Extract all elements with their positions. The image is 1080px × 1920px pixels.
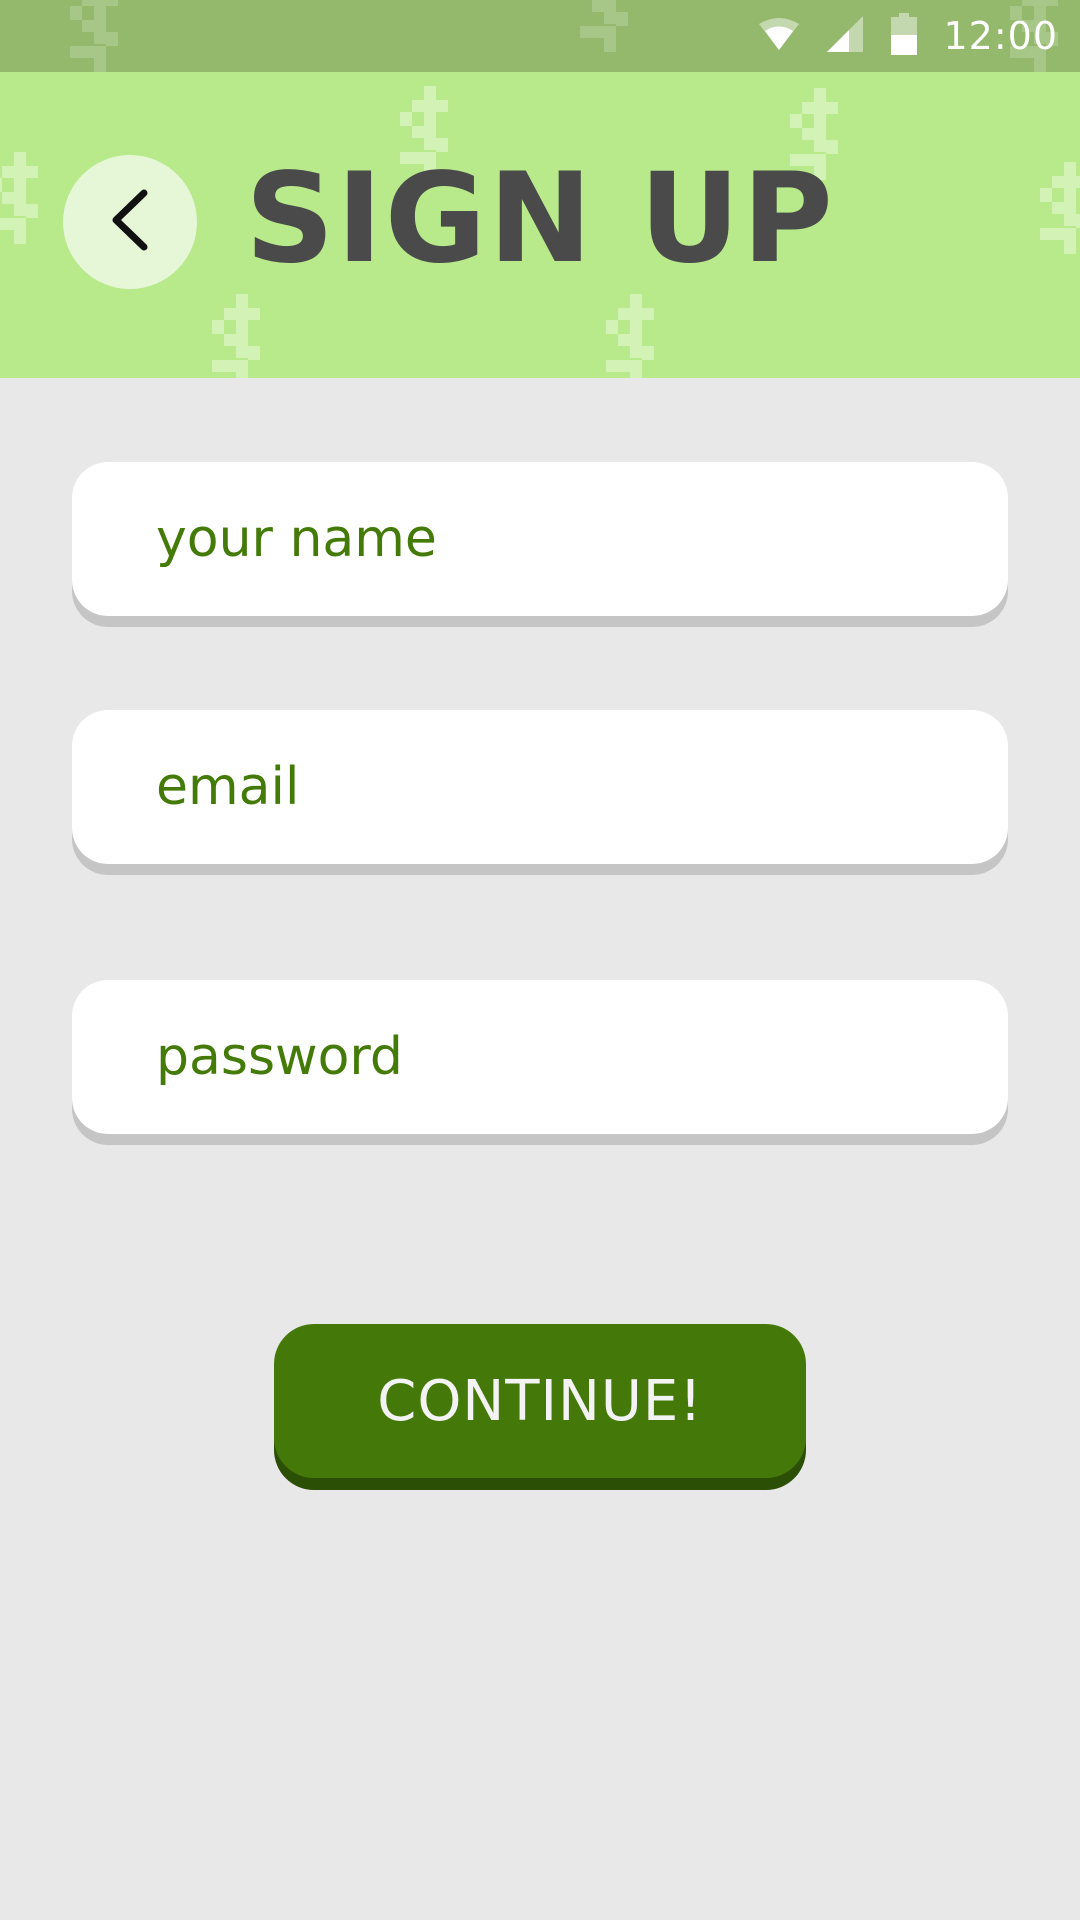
- header: SIGN UP: [0, 72, 1080, 378]
- status-icons: 12:00: [757, 0, 1058, 72]
- password-input[interactable]: [156, 980, 976, 1134]
- wifi-icon: [757, 16, 801, 56]
- email-input[interactable]: [156, 710, 976, 864]
- password-field[interactable]: [72, 980, 1008, 1134]
- name-input[interactable]: [156, 462, 976, 616]
- name-field[interactable]: [72, 462, 1008, 616]
- continue-button[interactable]: CONTINUE!: [274, 1324, 806, 1478]
- page-title: SIGN UP: [245, 147, 835, 291]
- status-bar: 12:00: [0, 0, 1080, 72]
- cell-signal-icon: [827, 16, 865, 56]
- battery-icon: [891, 13, 918, 59]
- email-field[interactable]: [72, 710, 1008, 864]
- status-time: 12:00: [943, 14, 1058, 58]
- sign-up-screen: 12:00 SIGN UP your name email CONTINUE!: [0, 0, 1080, 1920]
